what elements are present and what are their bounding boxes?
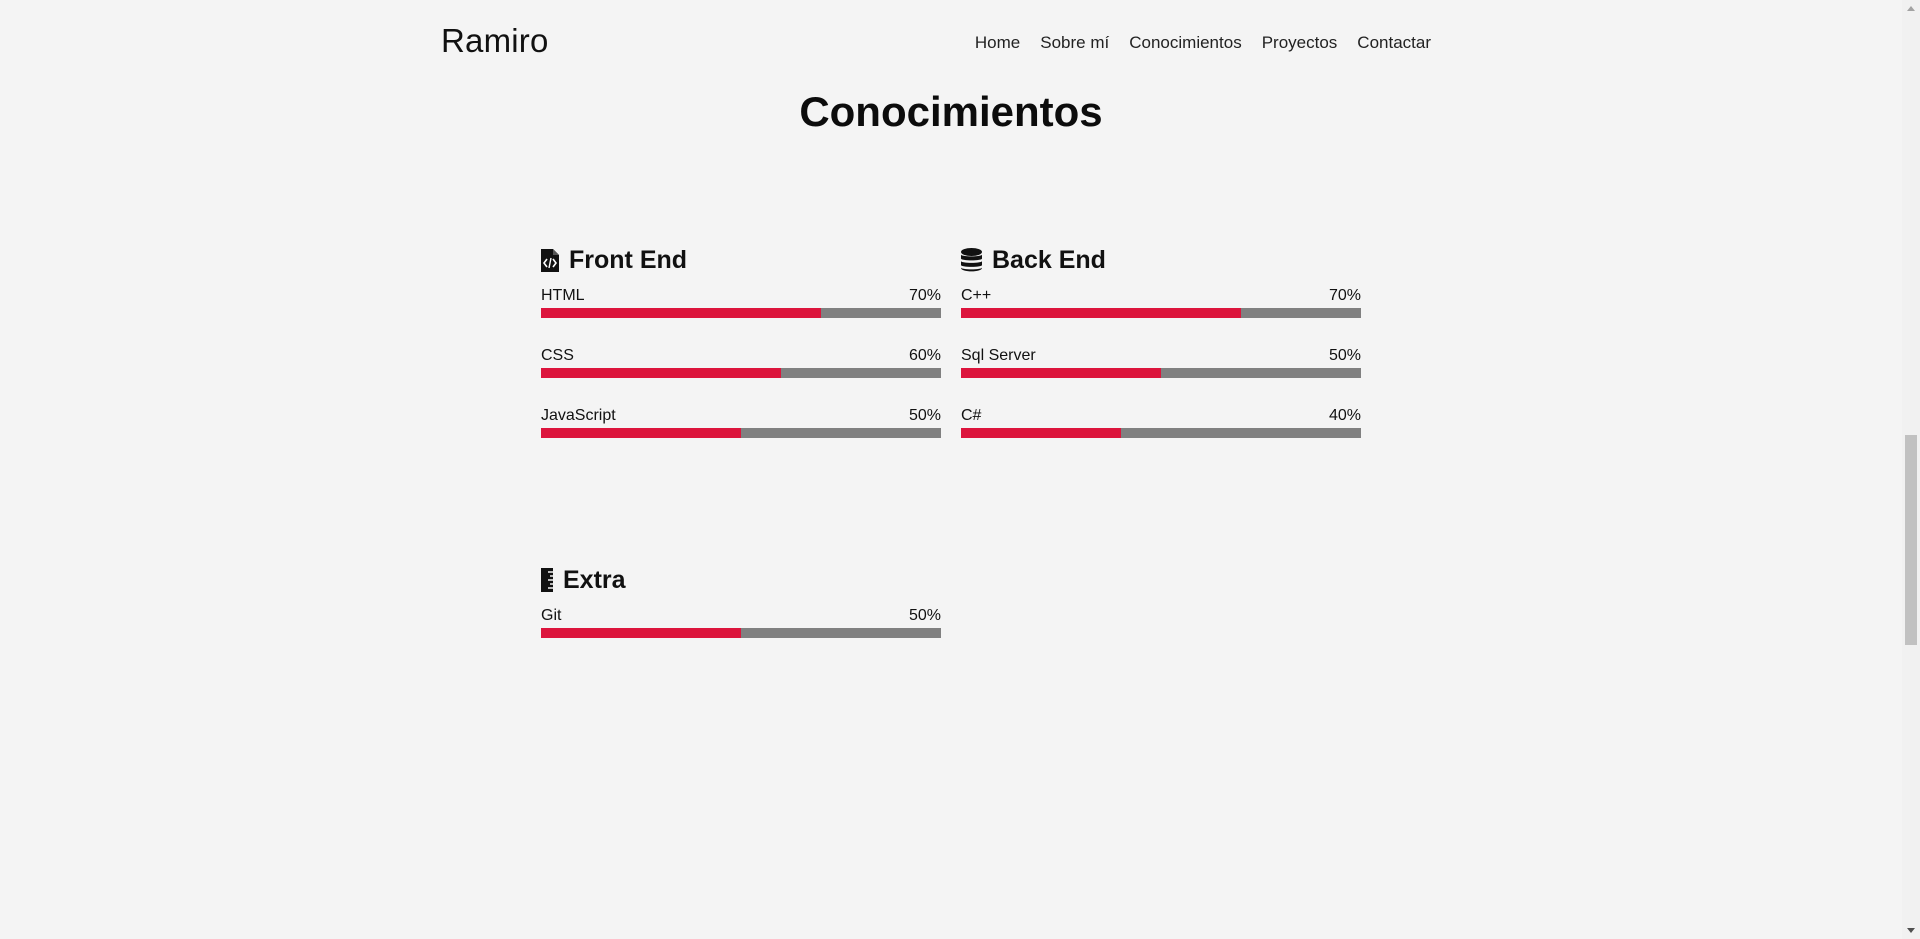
skill-bar-fill — [961, 368, 1161, 378]
skill-name: JavaScript — [541, 407, 616, 424]
skill-percent: 60% — [908, 347, 941, 364]
skill-bar — [541, 368, 941, 378]
ruler-icon — [541, 568, 553, 592]
skill-percent: 70% — [908, 287, 941, 304]
skill-csharp: C# 40% — [961, 406, 1361, 438]
skill-group-front-end: Front End HTML 70% CSS 60% JavaScript 50… — [541, 244, 941, 466]
chevron-up-icon — [1907, 6, 1915, 11]
group-header: Front End — [541, 244, 941, 276]
scroll-down-button[interactable] — [1902, 922, 1920, 939]
skill-bar — [541, 628, 941, 638]
skill-group-back-end: Back End C++ 70% Sql Server 50% C# 40% — [961, 244, 1361, 466]
page-scrollbar[interactable] — [1902, 0, 1920, 939]
nav-sobre-mi[interactable]: Sobre mí — [1040, 33, 1109, 53]
skill-name: Git — [541, 607, 562, 624]
scroll-thumb[interactable] — [1905, 435, 1917, 645]
skill-bar-fill — [541, 368, 781, 378]
main-nav: Home Sobre mí Conocimientos Proyectos Co… — [975, 33, 1431, 53]
skill-name: C++ — [961, 287, 992, 304]
skill-cpp: C++ 70% — [961, 286, 1361, 318]
skill-name: Sql Server — [961, 347, 1036, 364]
skill-bar-fill — [541, 628, 741, 638]
nav-conocimientos[interactable]: Conocimientos — [1129, 33, 1241, 53]
skill-name: CSS — [541, 347, 574, 364]
file-code-icon — [541, 248, 559, 272]
skill-percent: 70% — [1328, 287, 1361, 304]
group-title: Front End — [569, 245, 688, 274]
skill-git: Git 50% — [541, 606, 941, 638]
skill-bar — [961, 428, 1361, 438]
skill-name: HTML — [541, 287, 585, 304]
skill-javascript: JavaScript 50% — [541, 406, 941, 438]
nav-home[interactable]: Home — [975, 33, 1020, 53]
skill-bar — [541, 428, 941, 438]
skill-bar — [541, 308, 941, 318]
skill-percent: 50% — [908, 607, 941, 624]
skill-bar-fill — [541, 428, 741, 438]
group-header: Back End — [961, 244, 1361, 276]
group-title: Back End — [992, 245, 1106, 274]
group-header: Extra — [541, 564, 941, 596]
database-icon — [961, 248, 982, 272]
skill-bar-fill — [541, 308, 821, 318]
skill-percent: 50% — [1328, 347, 1361, 364]
skill-sql-server: Sql Server 50% — [961, 346, 1361, 378]
skill-bar — [961, 368, 1361, 378]
skill-html: HTML 70% — [541, 286, 941, 318]
site-logo[interactable]: Ramiro — [441, 22, 549, 60]
section-title: Conocimientos — [799, 88, 1103, 135]
skill-group-extra: Extra Git 50% — [541, 564, 941, 666]
scroll-up-button[interactable] — [1902, 0, 1920, 17]
skill-bar-fill — [961, 308, 1241, 318]
group-title: Extra — [563, 565, 626, 594]
skill-name: C# — [961, 407, 982, 424]
nav-contactar[interactable]: Contactar — [1357, 33, 1431, 53]
skill-percent: 40% — [1328, 407, 1361, 424]
skill-bar — [961, 308, 1361, 318]
skill-bar-fill — [961, 428, 1121, 438]
chevron-down-icon — [1907, 928, 1915, 933]
skill-css: CSS 60% — [541, 346, 941, 378]
skill-percent: 50% — [908, 407, 941, 424]
nav-proyectos[interactable]: Proyectos — [1262, 33, 1338, 53]
